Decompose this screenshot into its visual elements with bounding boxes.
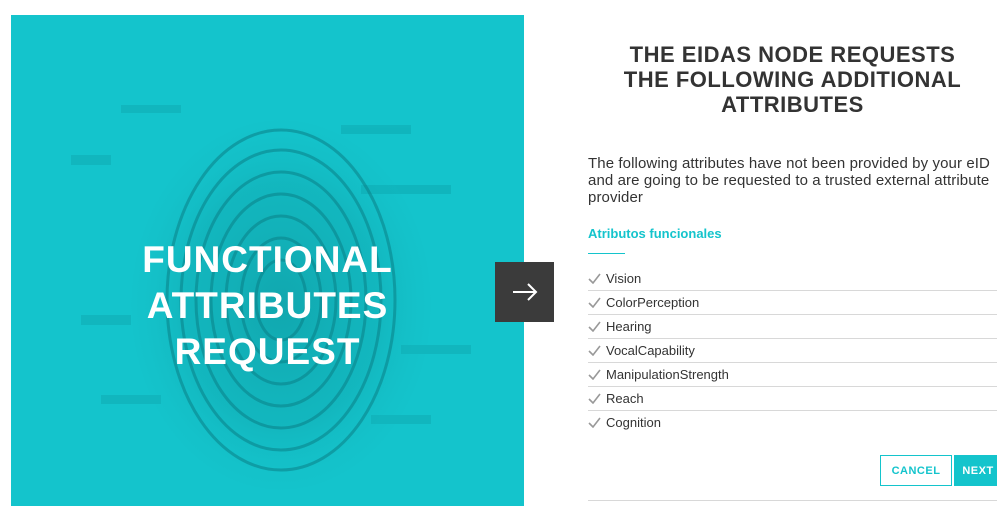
list-item: Reach [588, 387, 997, 411]
next-arrow-button[interactable] [495, 262, 554, 322]
list-item: ManipulationStrength [588, 363, 997, 387]
attribute-list: Vision ColorPerception Hearing VocalCapa… [588, 267, 997, 434]
list-item: Vision [588, 267, 997, 291]
attribute-label: Reach [606, 391, 644, 406]
check-icon [588, 344, 606, 358]
next-button[interactable]: NEXT [954, 455, 997, 486]
intro-text: The following attributes have not been p… [588, 155, 990, 206]
cancel-button[interactable]: CANCEL [880, 455, 952, 486]
attribute-label: Vision [606, 271, 642, 286]
check-icon [588, 320, 606, 334]
attribute-label: Hearing [606, 319, 652, 334]
attribute-label: ManipulationStrength [606, 367, 729, 382]
check-icon [588, 392, 606, 406]
list-item: VocalCapability [588, 339, 997, 363]
attribute-label: Cognition [606, 415, 661, 430]
section-heading: Atributos funcionales [588, 226, 722, 241]
section-underline [588, 253, 625, 254]
attributes-panel: THE EIDAS NODE REQUESTS THE FOLLOWING AD… [588, 0, 997, 506]
check-icon [588, 416, 606, 430]
attribute-label: ColorPerception [606, 295, 700, 310]
check-icon [588, 368, 606, 382]
attribute-label: VocalCapability [606, 343, 695, 358]
hero-banner: FUNCTIONAL ATTRIBUTES REQUEST [11, 15, 524, 506]
check-icon [588, 296, 606, 310]
divider [588, 500, 997, 501]
list-item: Hearing [588, 315, 997, 339]
list-item: ColorPerception [588, 291, 997, 315]
list-item: Cognition [588, 411, 997, 434]
hero-title: FUNCTIONAL ATTRIBUTES REQUEST [142, 239, 393, 372]
check-icon [588, 272, 606, 286]
page-title: THE EIDAS NODE REQUESTS THE FOLLOWING AD… [623, 42, 962, 117]
arrow-right-icon [512, 283, 537, 301]
